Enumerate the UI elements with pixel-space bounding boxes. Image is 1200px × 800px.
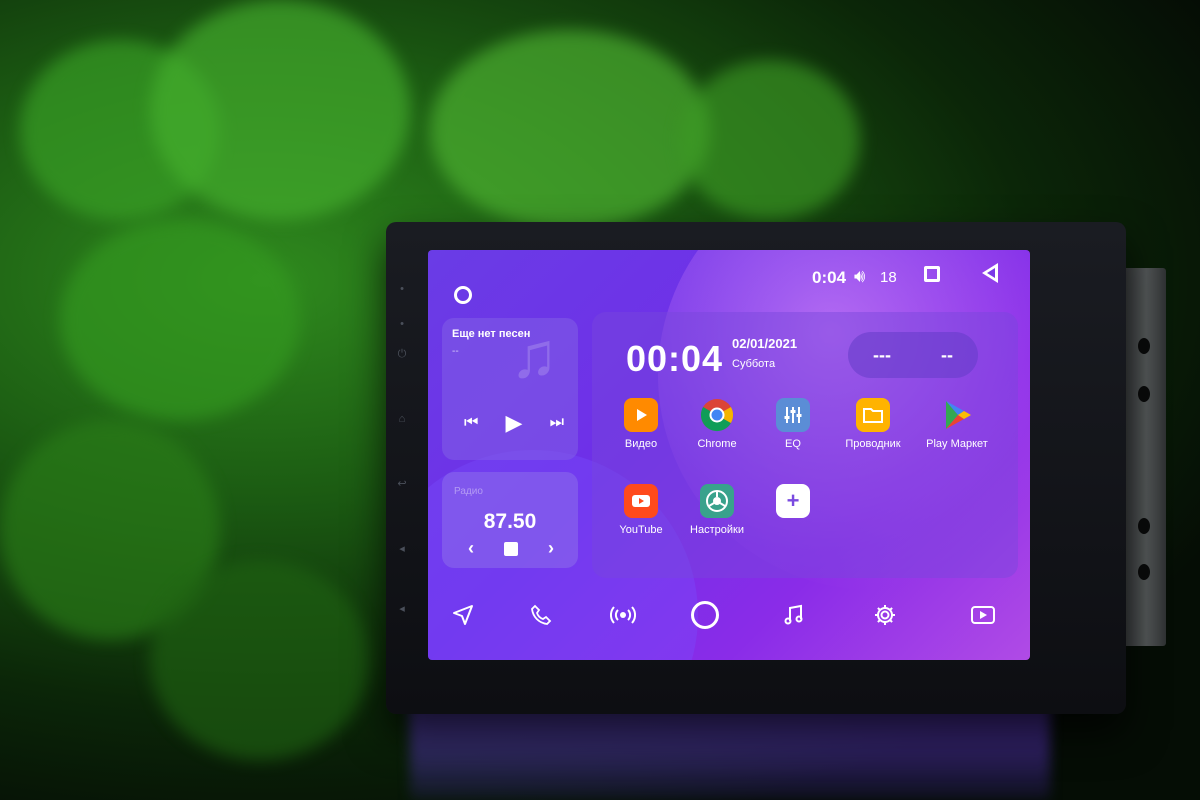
app-label: Проводник xyxy=(845,438,901,450)
play-store-icon xyxy=(940,398,974,432)
add-app-button[interactable]: + xyxy=(750,484,836,524)
bezel-volume-down-button[interactable]: ◂ xyxy=(393,600,411,618)
weather-extra: -- xyxy=(940,344,953,365)
stop-icon[interactable] xyxy=(504,541,518,556)
app-label: Play Маркет xyxy=(926,438,988,450)
app-file-manager[interactable]: Проводник xyxy=(830,398,916,450)
home-circle-icon[interactable] xyxy=(688,598,722,632)
bezel-power-button[interactable]: ⏻ xyxy=(393,345,411,363)
app-label: EQ xyxy=(785,438,801,450)
app-youtube[interactable]: YouTube xyxy=(598,484,684,536)
video-icon xyxy=(624,398,658,432)
song-artist: -- xyxy=(452,346,459,357)
app-label: Chrome xyxy=(697,438,737,450)
app-label: YouTube xyxy=(619,524,663,536)
app-settings[interactable]: Настройки xyxy=(674,484,760,536)
prev-icon[interactable]: ⏮︎ xyxy=(464,414,478,432)
app-eq[interactable]: EQ xyxy=(750,398,836,450)
next-icon[interactable]: ⏭︎ xyxy=(550,414,564,432)
clock-time: 00:04 xyxy=(626,338,724,379)
launcher-screen: 0:04 🔊︎ 18 ♫ Еще нет песен -- ⏮︎ ▶ ⏭︎ Ра… xyxy=(428,250,1030,660)
app-label: Видео xyxy=(624,438,658,450)
chevron-right-icon[interactable]: › xyxy=(548,538,554,559)
bezel-mic-icon: • xyxy=(400,283,404,295)
video-player-icon[interactable] xyxy=(966,598,1000,632)
app-label: Настройки xyxy=(690,524,744,536)
dock-bar xyxy=(428,588,1030,648)
radio-label: Радио xyxy=(454,486,483,497)
bezel-reset-icon: • xyxy=(400,318,404,330)
main-panel: 00:04 02/01/2021 Суббота --- -- Видео Ch… xyxy=(592,312,1018,578)
navigation-icon[interactable] xyxy=(446,598,480,632)
add-icon: + xyxy=(776,484,810,518)
back-triangle-icon[interactable] xyxy=(982,263,998,283)
youtube-icon xyxy=(624,484,658,518)
weather-temperature: --- xyxy=(873,344,891,365)
status-time: 0:04 xyxy=(812,268,847,287)
radio-frequency: 87.50 xyxy=(483,510,537,533)
music-widget[interactable]: ♫ Еще нет песен -- ⏮︎ ▶ ⏭︎ xyxy=(442,318,578,460)
weather-widget[interactable]: --- -- xyxy=(848,332,978,378)
folder-icon xyxy=(856,398,890,432)
launcher-menu-icon[interactable] xyxy=(454,286,472,304)
app-play-store[interactable]: Play Маркет xyxy=(914,398,1000,450)
status-bar: 0:04 🔊︎ 18 xyxy=(428,250,1030,304)
radio-wave-icon[interactable] xyxy=(606,598,640,632)
chevron-left-icon[interactable]: ‹ xyxy=(468,538,474,559)
bezel-home-button[interactable]: ⌂ xyxy=(393,410,411,428)
clock-weekday: Суббота xyxy=(732,358,776,370)
bezel-volume-up-button[interactable]: ◂ xyxy=(393,540,411,558)
mounting-bracket xyxy=(1122,268,1166,646)
speaker-icon[interactable]: 🔊︎ xyxy=(854,266,865,287)
settings-app-icon xyxy=(700,484,734,518)
equalizer-icon xyxy=(776,398,810,432)
song-title: Еще нет песен xyxy=(452,328,531,340)
app-video[interactable]: Видео xyxy=(598,398,684,450)
gear-icon[interactable] xyxy=(868,598,902,632)
radio-controls: ‹ › xyxy=(468,538,554,559)
music-note-icon[interactable] xyxy=(776,598,810,632)
radio-widget[interactable]: Радио 87.50 ‹ › xyxy=(442,472,578,568)
app-chrome[interactable]: Chrome xyxy=(674,398,760,450)
bezel-back-button[interactable]: ↩ xyxy=(393,475,411,493)
play-icon[interactable]: ▶ xyxy=(506,410,523,436)
clock-date: 02/01/2021 xyxy=(732,336,798,351)
media-controls: ⏮︎ ▶ ⏭︎ xyxy=(464,410,564,436)
volume-level: 18 xyxy=(880,269,897,286)
chrome-icon xyxy=(700,398,734,432)
square-icon[interactable] xyxy=(924,266,940,282)
phone-icon[interactable] xyxy=(524,598,558,632)
